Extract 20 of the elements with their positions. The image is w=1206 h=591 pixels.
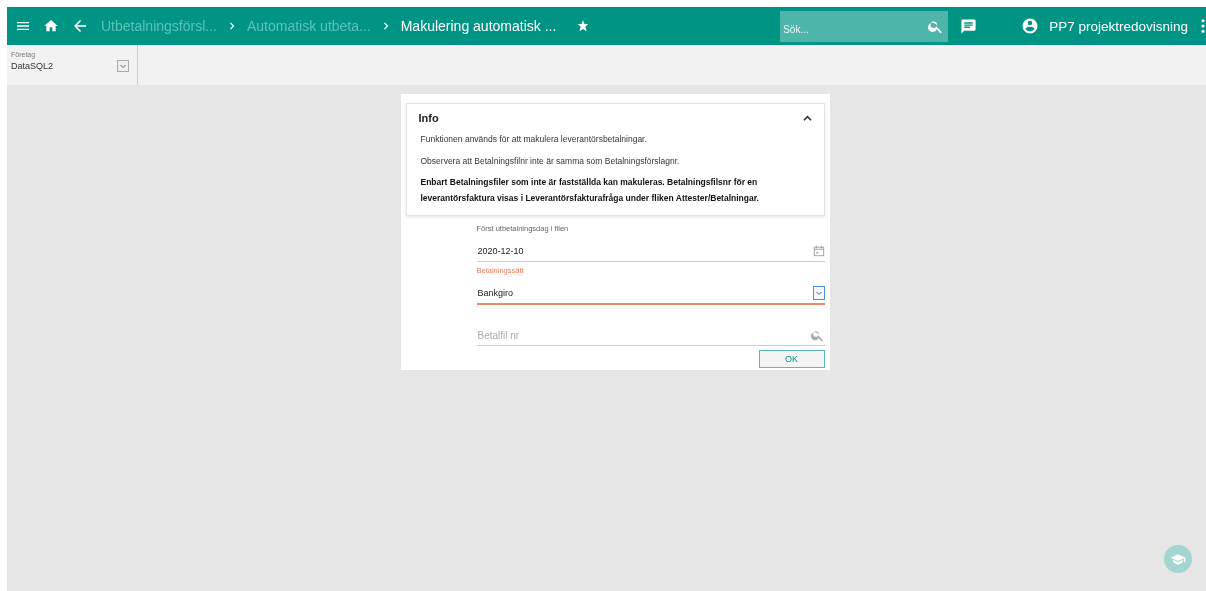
chat-icon[interactable] — [960, 17, 978, 35]
info-title: Info — [418, 112, 439, 124]
ok-button[interactable]: OK — [758, 350, 825, 368]
info-text: Funktionen används för att makulera leverantörsbetalningar. — [420, 133, 648, 146]
collapse-icon[interactable] — [802, 113, 812, 123]
input-field[interactable]: Bankgiro — [476, 283, 825, 305]
breadcrumb-link[interactable]: Makulering automatisk ... — [400, 18, 557, 34]
input-field[interactable]: 2020-12-10 — [476, 241, 825, 262]
calendar-icon[interactable] — [812, 245, 825, 257]
user-icon[interactable] — [1021, 17, 1040, 35]
input-field[interactable]: Betalfil nr — [476, 325, 825, 346]
more-icon[interactable] — [1200, 17, 1206, 35]
user-name[interactable]: PP7 projektredovisning — [1049, 18, 1188, 34]
info-text: Observera att Betalningsfilnr inte är samma som Betalningsförslagnr. — [420, 155, 681, 168]
search-field[interactable]: Sök... — [780, 10, 949, 42]
info-text: Enbart Betalningsfiler som inte är fastställda kan makuleras. Betalningsfilsnr för en leverantörsfaktura visas i Leverantörsfakturafråga under fliken Attester/Betalningar. — [420, 176, 760, 205]
company-value: DataSQL2 — [11, 61, 54, 71]
dropdown-icon[interactable] — [117, 60, 129, 72]
dropdown-icon[interactable] — [812, 286, 825, 300]
home-icon[interactable] — [43, 18, 59, 34]
